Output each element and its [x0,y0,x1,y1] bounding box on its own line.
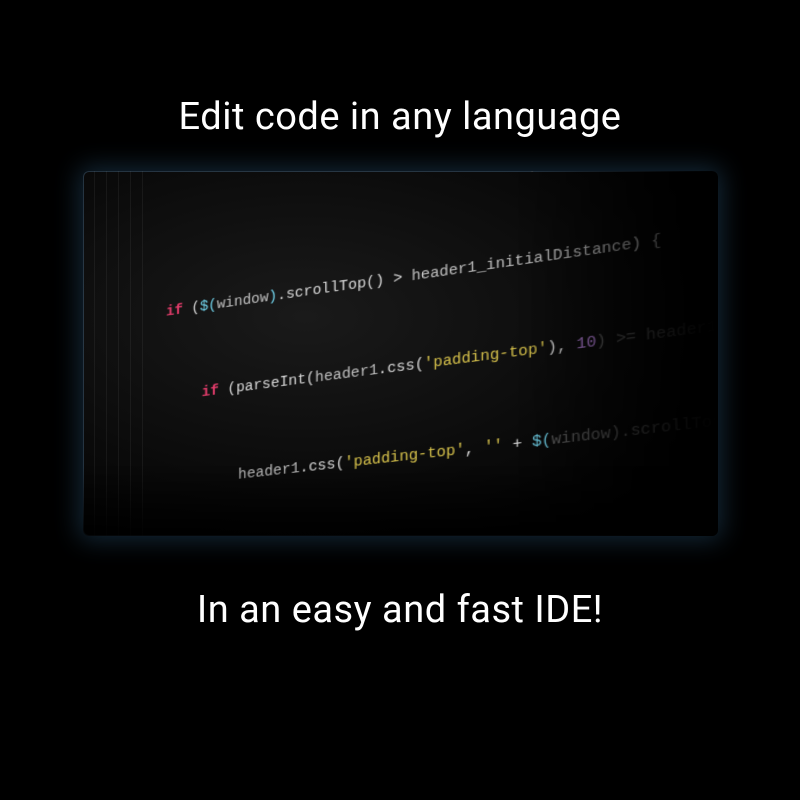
code-keyword: if [166,303,183,321]
code-text: + header0_initialPadding + 'px'); [527,171,718,179]
editor-gutter [83,171,153,536]
headline-bottom: In an easy and fast IDE! [197,588,603,632]
code-screenshot: + header0_initialPadding + 'px'); if ($(… [83,171,718,536]
headline-top: Edit code in any language [179,95,622,139]
code-surface: + header0_initialPadding + 'px'); if ($(… [144,171,718,536]
